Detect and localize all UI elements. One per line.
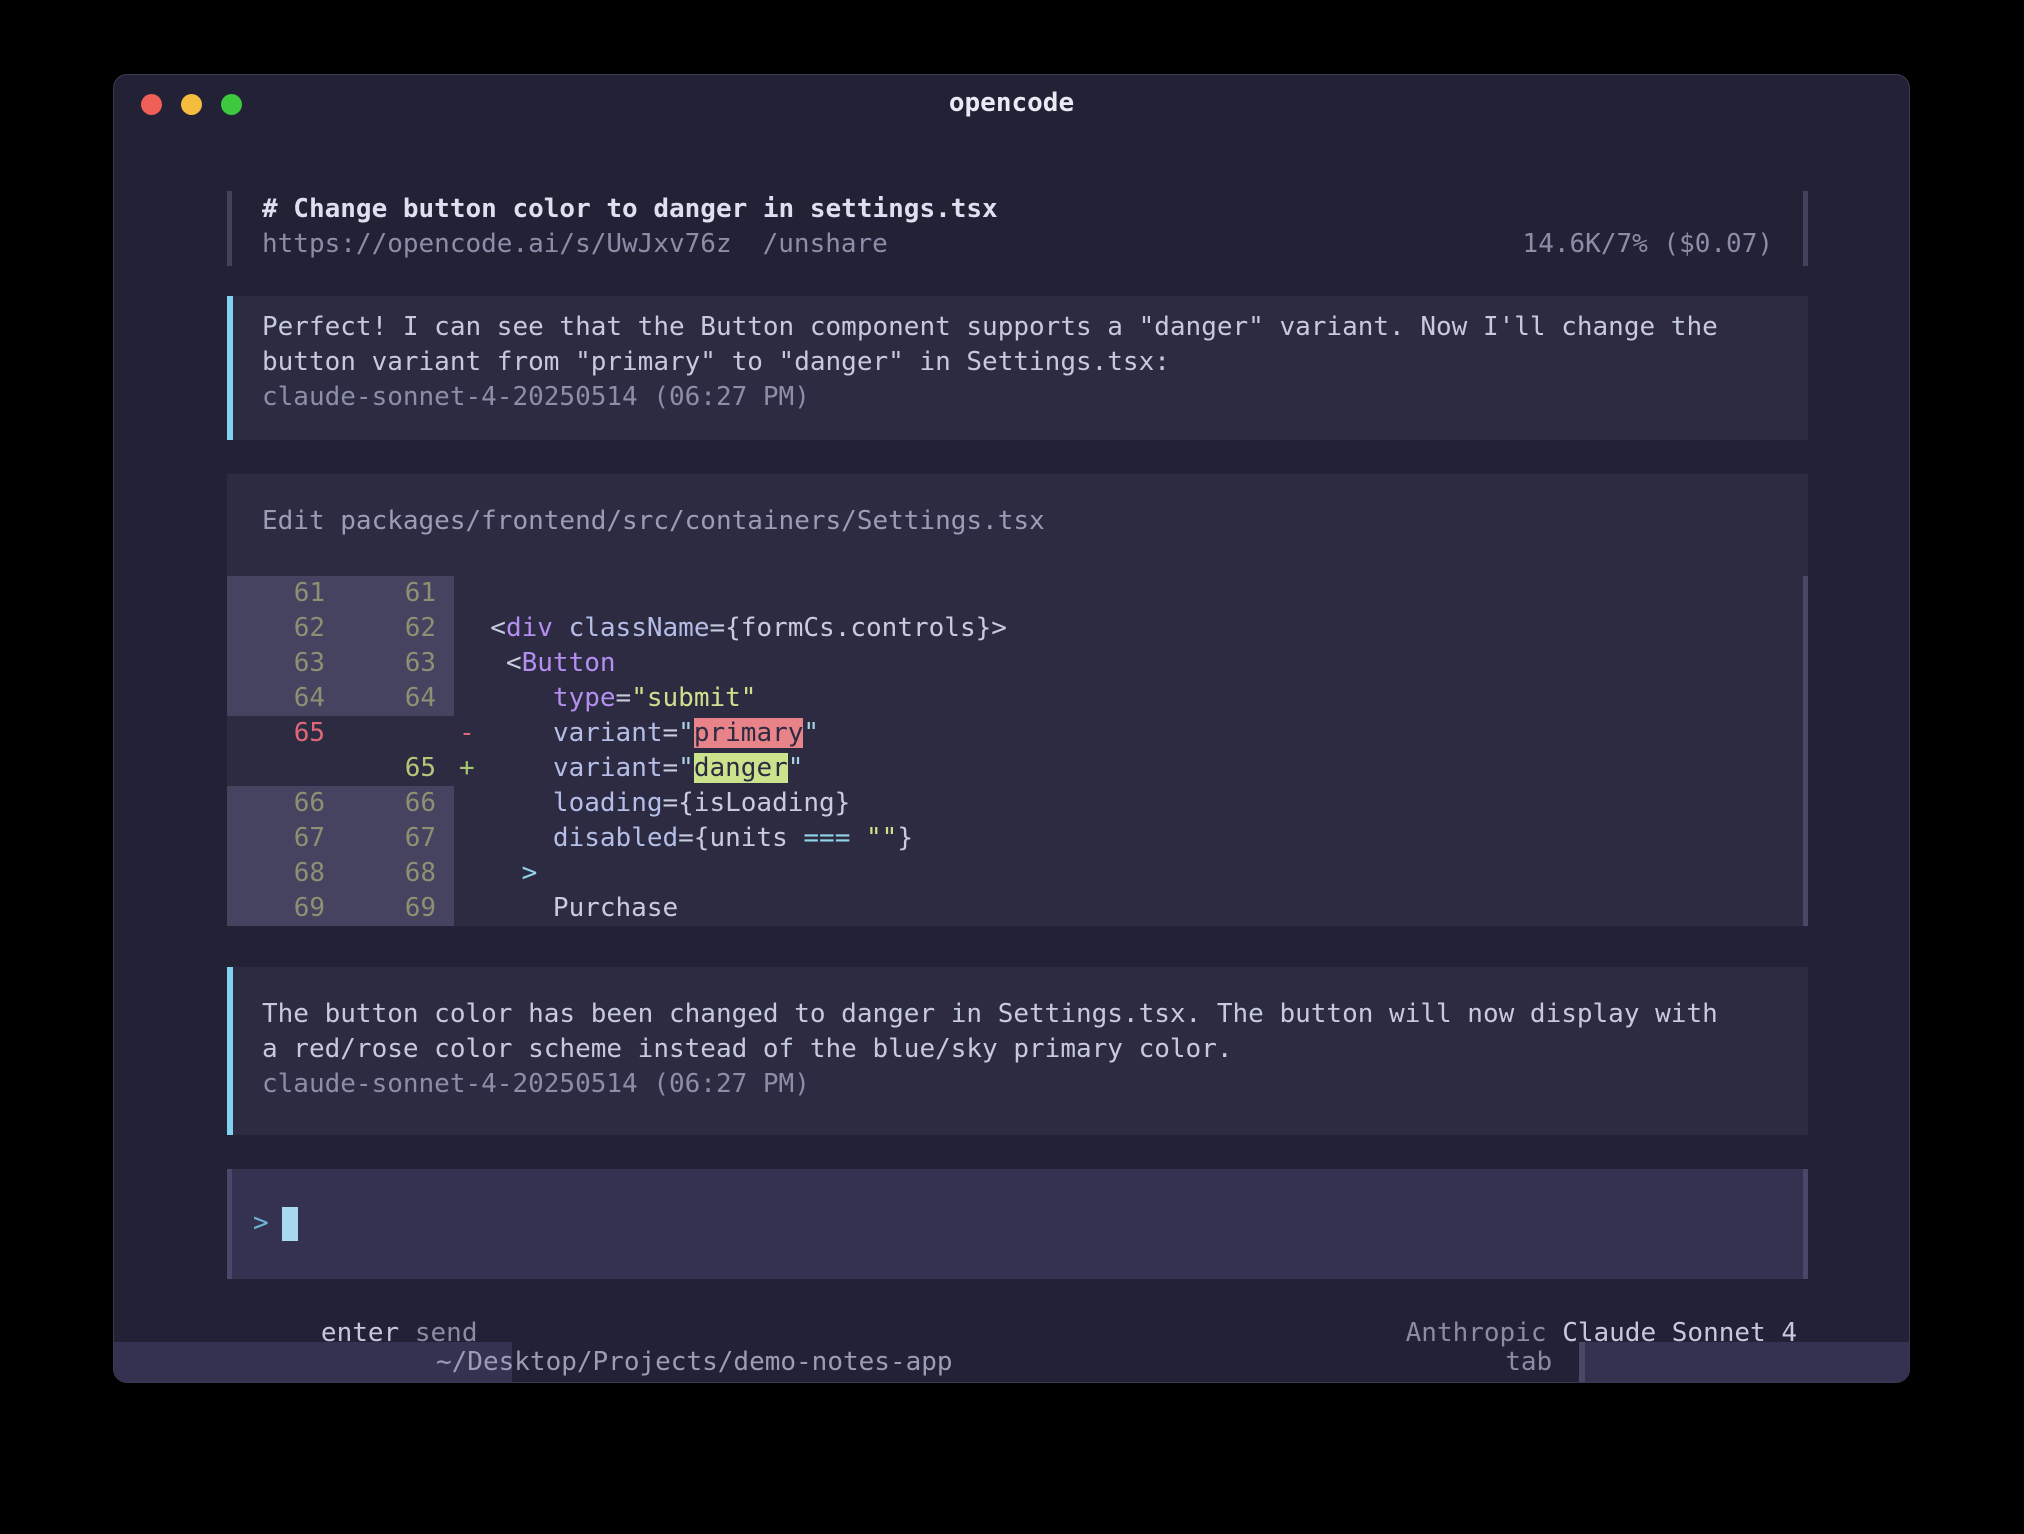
line-number-new: 69 — [325, 891, 436, 926]
gutter-spacer — [436, 576, 454, 611]
message-line: Perfect! I can see that the Button compo… — [262, 310, 1778, 345]
share-url-link[interactable]: https://opencode.ai/s/UwJxv76z — [262, 227, 732, 262]
line-number-old: 67 — [227, 821, 325, 856]
message-line: The button color has been changed to dan… — [262, 997, 1778, 1032]
session-title: # Change button color to danger in setti… — [262, 192, 1773, 227]
diff-code-line: <div className={formCs.controls}> — [454, 611, 1007, 646]
line-number-new: 62 — [325, 611, 436, 646]
token-usage: 14.6K/7% ($0.07) — [1523, 227, 1773, 262]
line-number-old: 64 — [227, 681, 325, 716]
line-number-new: 64 — [325, 681, 436, 716]
line-number-new: 68 — [325, 856, 436, 891]
diff-row: 65 - variant="primary" — [227, 716, 1808, 751]
line-number-new: 63 — [325, 646, 436, 681]
mode-segment: BUILD MODE — [1579, 1342, 1909, 1382]
line-number-old: 62 — [227, 611, 325, 646]
diff-code-line: + variant="danger" — [454, 751, 803, 786]
scrollbar[interactable] — [1803, 576, 1808, 926]
tab-key-hint[interactable]: tab — [1505, 1342, 1552, 1382]
diff-code-line: - variant="primary" — [454, 716, 819, 751]
diff-row: 6262 <div className={formCs.controls}> — [227, 611, 1808, 646]
gutter-spacer — [436, 856, 454, 891]
session-header: # Change button color to danger in setti… — [227, 191, 1808, 266]
gutter-spacer — [436, 891, 454, 926]
line-number-old: 69 — [227, 891, 325, 926]
gutter-spacer — [436, 821, 454, 856]
gutter-spacer — [436, 646, 454, 681]
diff-row: 6969 Purchase — [227, 891, 1808, 926]
line-number-new — [325, 716, 436, 751]
diff-code-line: type="submit" — [454, 681, 756, 716]
hint-bar: enter send Anthropic Claude Sonnet 4 — [227, 1279, 1808, 1315]
diff-row: 6363 <Button — [227, 646, 1808, 681]
diff-row: 65 + variant="danger" — [227, 751, 1808, 786]
edit-tool-title: Edit packages/frontend/src/containers/Se… — [227, 474, 1808, 539]
diff-row: 6666 loading={isLoading} — [227, 786, 1808, 821]
status-bar: opencode v0.3.11 ~/Desktop/Projects/demo… — [114, 1342, 1909, 1382]
diff-code-line: > — [454, 856, 537, 891]
gutter-spacer — [436, 716, 454, 751]
line-number-new: 67 — [325, 821, 436, 856]
text-cursor — [282, 1207, 298, 1241]
unshare-command[interactable]: /unshare — [763, 227, 888, 262]
titlebar: opencode — [114, 75, 1909, 133]
gutter-spacer — [436, 681, 454, 716]
line-number-new: 65 — [325, 751, 436, 786]
prompt-symbol: > — [253, 1206, 269, 1241]
message-line: button variant from "primary" to "danger… — [262, 345, 1778, 380]
diff-row: 6767 disabled={units === ""} — [227, 821, 1808, 856]
line-number-old: 68 — [227, 856, 325, 891]
line-number-old: 66 — [227, 786, 325, 821]
message-meta: claude-sonnet-4-20250514 (06:27 PM) — [262, 1067, 1778, 1102]
diff-code-line: <Button — [454, 646, 616, 681]
line-number-new: 66 — [325, 786, 436, 821]
diff-row: 6161 — [227, 576, 1808, 611]
edit-tool-card: Edit packages/frontend/src/containers/Se… — [227, 474, 1808, 926]
diff-row: 6868 > — [227, 856, 1808, 891]
opencode-window: opencode # Change button color to danger… — [113, 74, 1910, 1383]
line-number-old: 61 — [227, 576, 325, 611]
line-number-old — [227, 751, 325, 786]
message-line: a red/rose color scheme instead of the b… — [262, 1032, 1778, 1067]
diff-code-line: disabled={units === ""} — [454, 821, 913, 856]
gutter-spacer — [436, 751, 454, 786]
line-number-old: 63 — [227, 646, 325, 681]
window-title: opencode — [114, 86, 1909, 121]
assistant-message: The button color has been changed to dan… — [227, 967, 1808, 1135]
diff-code-line — [454, 576, 459, 611]
diff-row: 6464 type="submit" — [227, 681, 1808, 716]
assistant-message: Perfect! I can see that the Button compo… — [227, 296, 1808, 440]
diff-code-line: Purchase — [454, 891, 678, 926]
gutter-spacer — [436, 786, 454, 821]
diff-view: 61616262 <div className={formCs.controls… — [227, 576, 1808, 926]
prompt-input[interactable]: > — [227, 1169, 1808, 1279]
diff-code-line: loading={isLoading} — [454, 786, 850, 821]
message-meta: claude-sonnet-4-20250514 (06:27 PM) — [262, 380, 1778, 415]
line-number-old: 65 — [227, 716, 325, 751]
line-number-new: 61 — [325, 576, 436, 611]
working-directory: ~/Desktop/Projects/demo-notes-app — [436, 1342, 953, 1382]
gutter-spacer — [436, 611, 454, 646]
